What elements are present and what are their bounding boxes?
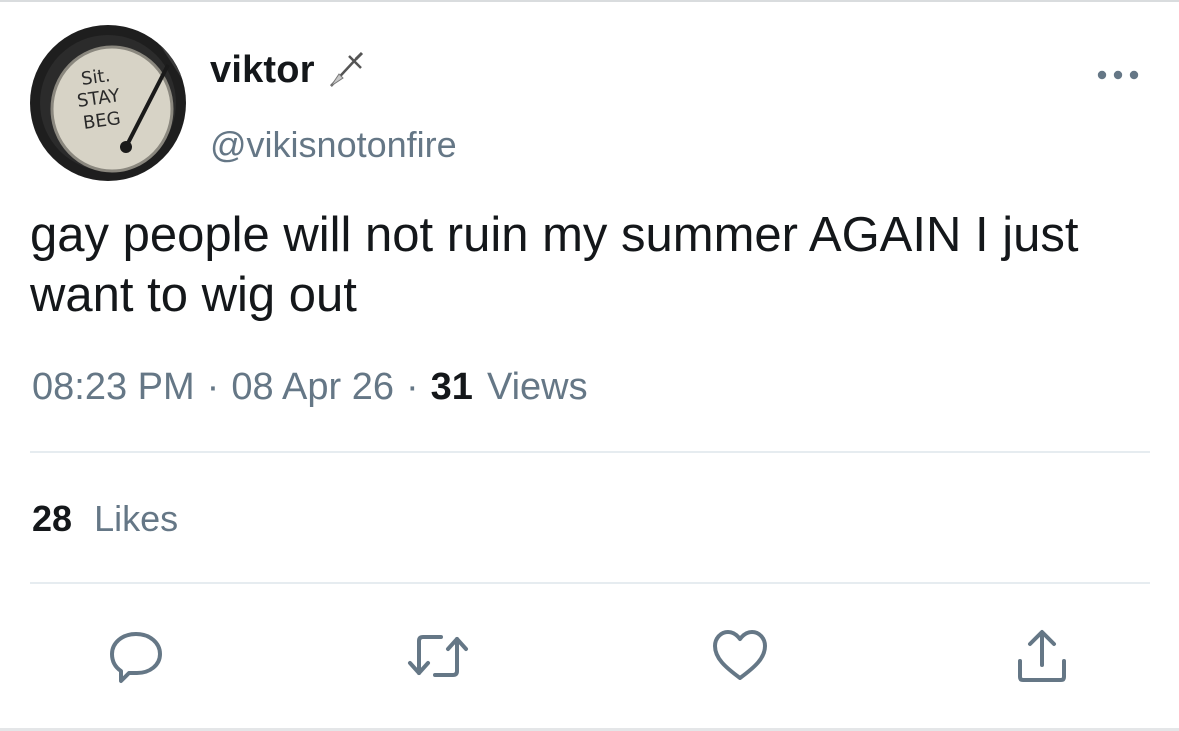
- reply-icon: [110, 632, 162, 683]
- avatar-image: Sit. STAY BEG: [30, 25, 186, 181]
- meta-separator: ·: [406, 366, 419, 408]
- display-name[interactable]: viktor: [210, 49, 315, 92]
- avatar[interactable]: Sit. STAY BEG: [30, 25, 186, 181]
- share-button[interactable]: [1008, 622, 1076, 690]
- author-handle[interactable]: @vikisnotonfire: [210, 124, 457, 166]
- divider: [30, 451, 1150, 453]
- author-name-row: viktor: [210, 48, 365, 92]
- top-border: [0, 0, 1179, 2]
- like-button[interactable]: [706, 622, 774, 690]
- views-count: 31: [430, 366, 473, 408]
- views-label: Views: [486, 366, 588, 408]
- likes-stat[interactable]: 28 Likes: [32, 498, 178, 540]
- likes-label: Likes: [94, 498, 179, 539]
- divider: [30, 582, 1150, 584]
- dagger-icon: [327, 50, 365, 90]
- tweet-time[interactable]: 08:23 PM: [32, 366, 195, 409]
- more-icon: [1097, 70, 1139, 80]
- heart-icon: [713, 630, 767, 680]
- more-options-button[interactable]: [1088, 60, 1148, 90]
- tweet-text: gay people will not ruin my summer AGAIN…: [30, 208, 1079, 322]
- tweet-date[interactable]: 08 Apr 26: [231, 366, 394, 409]
- retweet-button[interactable]: [404, 622, 472, 690]
- likes-count: 28: [32, 498, 73, 539]
- share-icon: [1018, 630, 1066, 682]
- retweet-icon: [408, 635, 468, 677]
- meta-separator: ·: [206, 366, 220, 408]
- reply-button[interactable]: [102, 622, 170, 690]
- tweet-meta: 08:23 PM · 08 Apr 26 · 31 Views: [32, 366, 588, 409]
